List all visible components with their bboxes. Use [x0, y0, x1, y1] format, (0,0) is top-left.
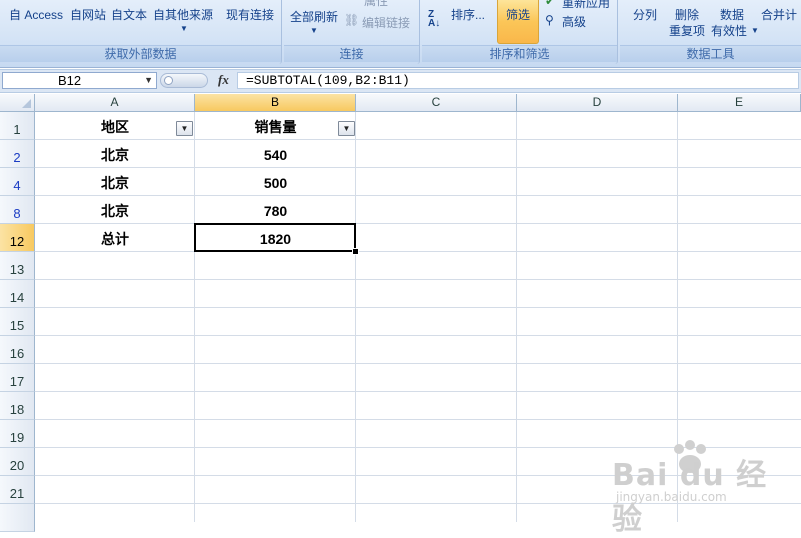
row-header-2[interactable]: 2: [0, 140, 35, 168]
reapply-button[interactable]: 重新应用: [562, 0, 610, 11]
group-label-sort-filter: 排序和筛选: [422, 45, 617, 62]
formula-bar: B12 ▼ fx =SUBTOTAL(109,B2:B11): [0, 69, 801, 93]
existing-connections-button[interactable]: 现有连接: [226, 6, 274, 23]
from-access-button[interactable]: 自 Access: [9, 6, 63, 23]
row-header-17[interactable]: 17: [0, 364, 35, 392]
formula-bar-resize-handle[interactable]: [160, 73, 208, 88]
reapply-icon: ✔: [545, 0, 556, 8]
name-box-value: B12: [58, 73, 82, 88]
chevron-down-icon: ▼: [310, 26, 318, 35]
column-header-a[interactable]: A: [35, 94, 195, 112]
group-get-external-data: 自 Access 自网站 自文本 自其他来源 ▼ 现有连接 获取外部数据: [0, 0, 282, 64]
row-header-21[interactable]: 21: [0, 476, 35, 504]
row-header-20[interactable]: 20: [0, 448, 35, 476]
chevron-down-icon: ▼: [751, 26, 759, 35]
select-all-corner[interactable]: [0, 94, 35, 112]
row-header-13[interactable]: 13: [0, 252, 35, 280]
row-header-18[interactable]: 18: [0, 392, 35, 420]
cell-a2[interactable]: 北京: [35, 140, 195, 168]
row-header-12[interactable]: 12: [0, 224, 35, 252]
remove-duplicates-button-line1[interactable]: 删除: [675, 6, 699, 23]
filter-dropdown-icon[interactable]: ▼: [338, 121, 355, 136]
fill-handle[interactable]: [352, 248, 359, 255]
cell-b8[interactable]: 780: [195, 196, 356, 224]
refresh-all-button[interactable]: 全部刷新: [290, 8, 338, 25]
cell-a1[interactable]: 地区: [35, 112, 195, 140]
group-label-data-tools: 数据工具: [620, 45, 801, 62]
row-header-8[interactable]: 8: [0, 196, 35, 224]
properties-button[interactable]: 属性: [364, 0, 388, 9]
cell-a8[interactable]: 北京: [35, 196, 195, 224]
resize-knob: [164, 76, 173, 85]
advanced-filter-icon: ⚲: [545, 13, 554, 27]
group-label-get-external-data: 获取外部数据: [0, 45, 281, 62]
insert-function-icon[interactable]: fx: [218, 72, 229, 88]
baidu-jingyan-watermark: Bai du 经验 jingyan.baidu.com: [612, 440, 792, 537]
cell-a4[interactable]: 北京: [35, 168, 195, 196]
data-validation-button-line2[interactable]: 有效性: [711, 22, 747, 39]
link-icon: ⛓: [344, 13, 360, 27]
row-header-14[interactable]: 14: [0, 280, 35, 308]
edit-links-button[interactable]: 编辑链接: [362, 14, 410, 31]
cell-b1[interactable]: 销售量: [195, 112, 356, 140]
active-cell-border: [194, 223, 356, 252]
sort-za-icon: Z A↓: [428, 9, 441, 29]
row-header-4[interactable]: 4: [0, 168, 35, 196]
filter-button[interactable]: 筛选: [497, 0, 539, 44]
remove-duplicates-button-line2[interactable]: 重复项: [669, 22, 705, 39]
row-header-19[interactable]: 19: [0, 420, 35, 448]
sort-button[interactable]: 排序...: [451, 6, 485, 23]
column-header-b[interactable]: B: [195, 94, 356, 112]
from-other-sources-button[interactable]: 自其他来源: [153, 6, 213, 23]
row-header-16[interactable]: 16: [0, 336, 35, 364]
from-web-button[interactable]: 自网站: [70, 6, 106, 23]
group-data-tools: 分列 删除 重复项 数据 有效性 ▼ 合并计 数据工具: [620, 0, 801, 64]
formula-input[interactable]: =SUBTOTAL(109,B2:B11): [237, 72, 799, 89]
filter-label: 筛选: [505, 8, 530, 22]
text-to-columns-button[interactable]: 分列: [633, 6, 657, 23]
cell-b2[interactable]: 540: [195, 140, 356, 168]
group-label-connections: 连接: [284, 45, 419, 62]
column-header-c[interactable]: C: [356, 94, 517, 112]
name-box[interactable]: B12 ▼: [2, 72, 157, 89]
chevron-down-icon[interactable]: ▼: [144, 73, 153, 88]
chevron-down-icon: ▼: [180, 24, 188, 33]
cell-b4[interactable]: 500: [195, 168, 356, 196]
column-header-e[interactable]: E: [678, 94, 801, 112]
row-header-22[interactable]: [0, 504, 35, 532]
advanced-button[interactable]: 高级: [562, 13, 586, 30]
filter-active-icon[interactable]: ▼: [176, 121, 193, 136]
column-header-d[interactable]: D: [517, 94, 678, 112]
row-header-1[interactable]: 1: [0, 112, 35, 140]
row-header-15[interactable]: 15: [0, 308, 35, 336]
consolidate-button[interactable]: 合并计: [761, 6, 797, 23]
from-text-button[interactable]: 自文本: [111, 6, 147, 23]
data-validation-button-line1[interactable]: 数据: [720, 6, 744, 23]
watermark-url: jingyan.baidu.com: [616, 490, 727, 504]
cell-a12[interactable]: 总计: [35, 224, 195, 252]
group-connections: 全部刷新 ▼ 属性 ⛓ 编辑链接 连接: [284, 0, 420, 64]
ribbon: 自 Access 自网站 自文本 自其他来源 ▼ 现有连接 获取外部数据 全部刷…: [0, 0, 801, 68]
